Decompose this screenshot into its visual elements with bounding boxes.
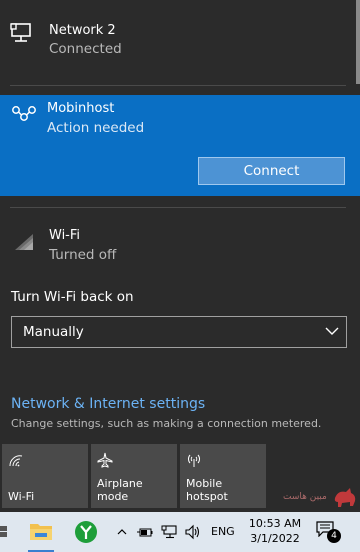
network-status: Connected [49, 41, 122, 57]
start-button[interactable] [0, 512, 10, 552]
network-item-network2[interactable]: Network 2 Connected [0, 0, 360, 80]
wifi-off-icon [15, 234, 33, 250]
quick-action-wifi[interactable]: Wi-Fi [2, 444, 88, 508]
network-settings-link[interactable]: Network & Internet settings [11, 396, 205, 412]
network-name: Wi-Fi [49, 228, 81, 243]
clock-time: 10:53 AM [248, 517, 302, 530]
turn-wifi-back-on-label: Turn Wi-Fi back on [11, 289, 134, 305]
battery-plug-icon[interactable] [137, 524, 153, 540]
taskbar: ENG 10:53 AM 3/1/2022 4 [0, 512, 360, 552]
watermark-logo: مبین هاست [280, 480, 360, 512]
quick-action-mobile-hotspot[interactable]: Mobile hotspot [180, 444, 266, 508]
wifi-hotspot-icon [12, 106, 36, 121]
connect-button[interactable]: Connect [198, 157, 345, 185]
chevron-down-icon [325, 327, 339, 335]
chevron-up-icon[interactable] [117, 524, 127, 540]
folder-icon [30, 524, 52, 540]
network-icon[interactable] [161, 524, 178, 540]
ethernet-icon [10, 23, 31, 42]
action-center-button[interactable]: 4 [316, 521, 341, 543]
start-icon [0, 526, 7, 537]
rhino-logo-icon [334, 488, 356, 507]
taskbar-clock[interactable]: 10:53 AM 3/1/2022 [245, 516, 305, 546]
divider [10, 85, 346, 86]
app-logo-icon [75, 521, 97, 543]
turn-wifi-back-on-dropdown[interactable]: Manually [11, 316, 347, 348]
network-flyout: Network 2 Connected Mobinhost Action nee… [0, 0, 360, 512]
network-item-mobinhost[interactable]: Mobinhost Action needed Connect [0, 95, 360, 196]
notification-count-badge: 4 [327, 529, 341, 543]
network-name: Network 2 [49, 23, 116, 38]
taskbar-app[interactable] [71, 512, 101, 552]
network-settings-description: Change settings, such as making a connec… [11, 417, 322, 430]
network-status: Action needed [47, 120, 145, 136]
quick-action-label: Mobile hotspot [186, 477, 228, 503]
network-item-wifi[interactable]: Wi-Fi Turned off [0, 220, 360, 270]
dropdown-value: Manually [23, 324, 84, 340]
divider [10, 207, 346, 208]
quick-action-airplane-mode[interactable]: Airplane mode [91, 444, 177, 508]
wifi-icon [9, 455, 23, 467]
network-status: Turned off [49, 247, 117, 263]
hotspot-icon [188, 454, 200, 467]
taskbar-file-explorer[interactable] [26, 512, 56, 552]
airplane-icon [97, 452, 113, 468]
volume-icon[interactable] [185, 524, 202, 540]
clock-date: 3/1/2022 [250, 532, 300, 545]
network-name: Mobinhost [47, 101, 115, 116]
quick-action-label: Airplane mode [97, 477, 143, 503]
input-language[interactable]: ENG [211, 525, 235, 538]
quick-action-label: Wi-Fi [8, 490, 35, 503]
watermark-text: مبین هاست [283, 492, 327, 502]
